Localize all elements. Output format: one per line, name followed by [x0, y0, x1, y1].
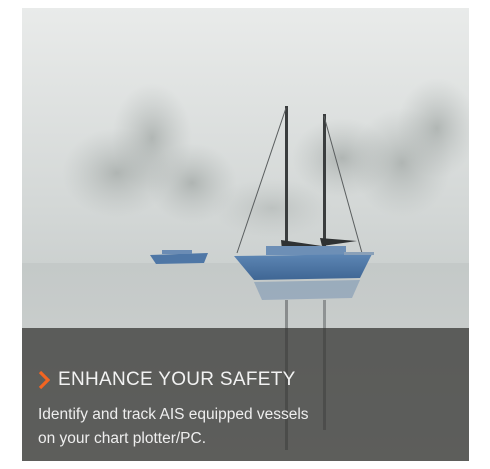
promo-card[interactable]: ENHANCE YOUR SAFETY Identify and track A… [22, 8, 469, 461]
promo-headline-text: ENHANCE YOUR SAFETY [58, 369, 296, 390]
promo-description-line: on your chart plotter/PC. [38, 430, 206, 447]
chevron-right-icon [38, 371, 50, 389]
promo-caption: ENHANCE YOUR SAFETY Identify and track A… [22, 328, 469, 461]
promo-description: Identify and track AIS equipped vessels … [38, 403, 438, 451]
promo-headline[interactable]: ENHANCE YOUR SAFETY [38, 368, 296, 392]
promo-description-line: Identify and track AIS equipped vessels [38, 406, 309, 423]
